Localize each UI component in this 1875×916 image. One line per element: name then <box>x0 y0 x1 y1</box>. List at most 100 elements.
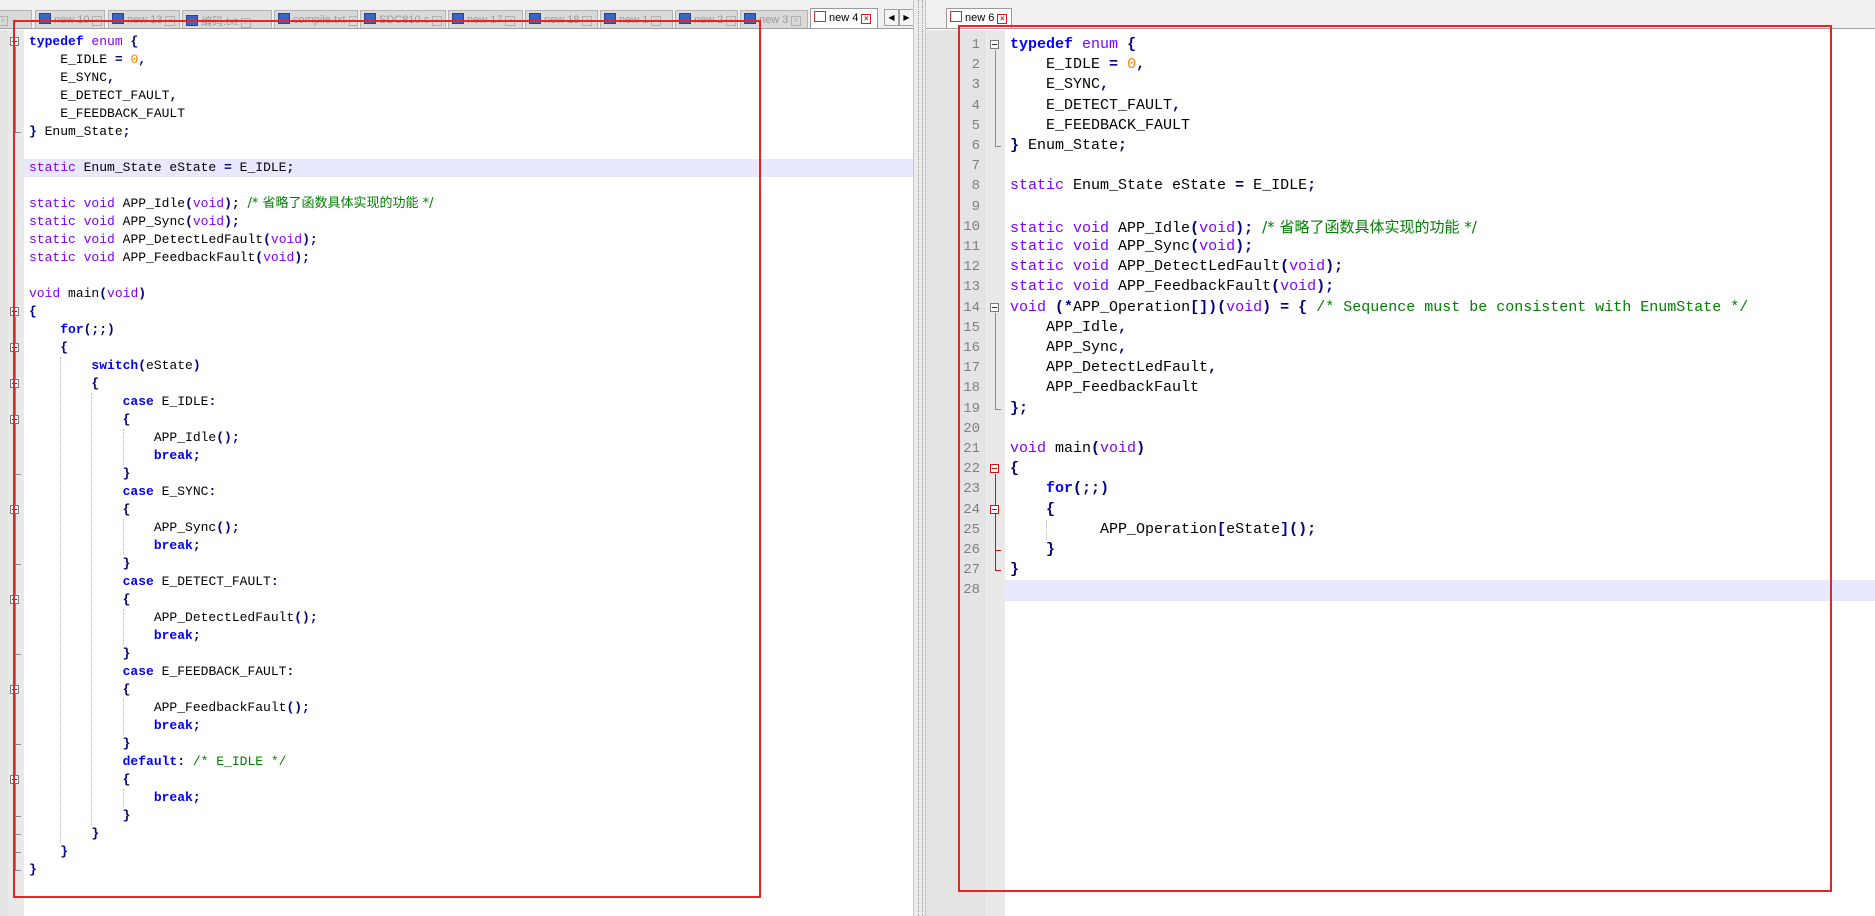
fold-toggle-icon[interactable] <box>10 37 19 46</box>
code-line[interactable]: { <box>24 339 913 357</box>
code-line[interactable]: break; <box>24 447 913 465</box>
code-line[interactable]: break; <box>24 627 913 645</box>
code-line[interactable]: } <box>24 861 913 879</box>
fold-toggle-icon[interactable] <box>10 685 19 694</box>
code-line[interactable]: APP_DetectLedFault(); <box>24 609 913 627</box>
fold-toggle-icon[interactable] <box>10 775 19 784</box>
code-line[interactable]: E_SYNC, <box>24 69 913 87</box>
fold-toggle-icon[interactable] <box>10 307 19 316</box>
tab-close-icon[interactable]: × <box>997 14 1008 24</box>
tab-close-icon[interactable]: × <box>651 16 662 26</box>
fold-toggle-icon[interactable] <box>990 302 999 312</box>
code-line[interactable]: } <box>1005 560 1875 580</box>
code-line[interactable]: E_SYNC, <box>1005 75 1875 95</box>
code-line[interactable]: static void APP_FeedbackFault(void); <box>24 249 913 267</box>
code-line[interactable]: typedef enum { <box>24 33 913 51</box>
tab-scroll-left-button[interactable]: ◀ <box>884 9 899 26</box>
fold-toggle-icon[interactable] <box>10 595 19 604</box>
code-line[interactable]: case E_DETECT_FAULT: <box>24 573 913 591</box>
code-line[interactable]: static void APP_DetectLedFault(void); <box>1005 257 1875 277</box>
code-line[interactable]: } <box>24 843 913 861</box>
right-editor-pane[interactable]: 1 2 3 4 5 6 7 8 9 10 11 12 13 14 15 16 17 18 19 20 21 22 23 24 2… <box>926 30 1875 916</box>
code-line[interactable]: } <box>24 735 913 753</box>
tab-close-icon[interactable]: × <box>432 16 443 26</box>
code-line[interactable]: APP_FeedbackFault(); <box>24 699 913 717</box>
code-line[interactable]: static void APP_FeedbackFault(void); <box>1005 277 1875 297</box>
code-line[interactable] <box>1005 580 1875 601</box>
code-line[interactable]: { <box>24 771 913 789</box>
code-line[interactable]: void main(void) <box>24 285 913 303</box>
code-line[interactable]: APP_Idle, <box>1005 318 1875 338</box>
tab-close-icon[interactable]: × <box>582 16 593 26</box>
tab-left-10[interactable]: new 3 × <box>740 10 808 28</box>
code-line[interactable] <box>24 141 913 159</box>
code-line[interactable] <box>1005 419 1875 439</box>
code-line[interactable]: case E_IDLE: <box>24 393 913 411</box>
code-line[interactable]: { <box>24 591 913 609</box>
code-line[interactable]: switch(eState) <box>24 357 913 375</box>
active-tab-left-11[interactable]: new 4 × <box>810 8 878 28</box>
tab-left-2[interactable]: new 13 × <box>108 10 180 28</box>
code-line[interactable]: void main(void) <box>1005 439 1875 459</box>
fold-toggle-icon[interactable] <box>990 504 999 514</box>
tab-scroll-right-button[interactable]: ▶ <box>899 9 914 26</box>
code-line[interactable]: } Enum_State; <box>24 123 913 141</box>
code-line[interactable]: APP_DetectLedFault, <box>1005 358 1875 378</box>
code-line[interactable] <box>1005 156 1875 176</box>
code-line[interactable]: }; <box>1005 399 1875 419</box>
tab-close-icon[interactable]: × <box>861 14 872 24</box>
tab-close-icon[interactable]: × <box>165 16 176 26</box>
tab-close-icon[interactable]: × <box>348 16 357 26</box>
code-line[interactable]: static void APP_Sync(void); <box>1005 237 1875 257</box>
code-line[interactable]: E_IDLE = 0, <box>24 51 913 69</box>
code-line[interactable]: APP_Sync, <box>1005 338 1875 358</box>
code-line[interactable]: typedef enum { <box>1005 35 1875 55</box>
tab-left-1[interactable]: new 10 × <box>35 10 105 28</box>
code-line[interactable]: APP_FeedbackFault <box>1005 378 1875 398</box>
tab-left-6[interactable]: new 17 × <box>448 10 523 28</box>
code-line[interactable]: } <box>24 807 913 825</box>
code-line[interactable]: break; <box>24 717 913 735</box>
code-line[interactable]: static void APP_Idle(void); /* 省略了函数具体实现… <box>24 195 913 213</box>
tab-close-icon[interactable]: × <box>240 18 251 28</box>
code-line[interactable]: APP_Idle(); <box>24 429 913 447</box>
code-line[interactable]: } <box>24 465 913 483</box>
code-line[interactable]: case E_SYNC: <box>24 483 913 501</box>
code-line[interactable]: } <box>24 555 913 573</box>
code-line[interactable]: APP_Operation[eState](); <box>1005 520 1875 540</box>
code-line[interactable]: static Enum_State eState = E_IDLE; <box>1005 176 1875 196</box>
code-line[interactable]: APP_Sync(); <box>24 519 913 537</box>
code-line[interactable]: case E_FEEDBACK_FAULT: <box>24 663 913 681</box>
code-line[interactable]: E_DETECT_FAULT, <box>24 87 913 105</box>
code-line[interactable]: void (*APP_Operation[])(void) = { /* Seq… <box>1005 298 1875 318</box>
code-line[interactable]: { <box>24 681 913 699</box>
left-fold-margin[interactable] <box>6 30 24 916</box>
fold-toggle-icon[interactable] <box>990 40 999 50</box>
tab-close-icon[interactable]: × <box>0 16 9 26</box>
right-code-area[interactable]: typedef enum { E_IDLE = 0, E_SYNC, E_DET… <box>1005 30 1875 916</box>
fold-toggle-icon[interactable] <box>10 415 19 424</box>
code-line[interactable]: E_FEEDBACK_FAULT <box>24 105 913 123</box>
code-line[interactable]: { <box>1005 459 1875 479</box>
tab-left-5[interactable]: SDC810.c × <box>360 10 446 28</box>
tab-close-icon[interactable]: × <box>92 16 103 26</box>
fold-toggle-icon[interactable] <box>990 464 999 474</box>
active-tab-right-0[interactable]: new 6 × <box>946 8 1012 28</box>
code-line[interactable]: static void APP_DetectLedFault(void); <box>24 231 913 249</box>
code-line[interactable]: E_FEEDBACK_FAULT <box>1005 116 1875 136</box>
code-line[interactable]: { <box>24 411 913 429</box>
tab-close-icon[interactable]: × <box>726 16 737 26</box>
code-line[interactable]: { <box>1005 500 1875 520</box>
code-line[interactable]: } <box>24 825 913 843</box>
fold-toggle-icon[interactable] <box>10 343 19 352</box>
code-line[interactable] <box>1005 197 1875 217</box>
tab-close-icon[interactable]: × <box>791 16 802 26</box>
code-line[interactable]: default: /* E_IDLE */ <box>24 753 913 771</box>
code-line[interactable]: static void APP_Idle(void); /* 省略了函数具体实现… <box>1005 217 1875 237</box>
code-line[interactable]: } <box>1005 540 1875 560</box>
code-line[interactable]: } Enum_State; <box>1005 136 1875 156</box>
code-line[interactable]: { <box>24 375 913 393</box>
code-line[interactable]: E_IDLE = 0, <box>1005 55 1875 75</box>
code-line[interactable]: static Enum_State eState = E_IDLE; <box>24 159 913 177</box>
code-line[interactable] <box>24 267 913 285</box>
